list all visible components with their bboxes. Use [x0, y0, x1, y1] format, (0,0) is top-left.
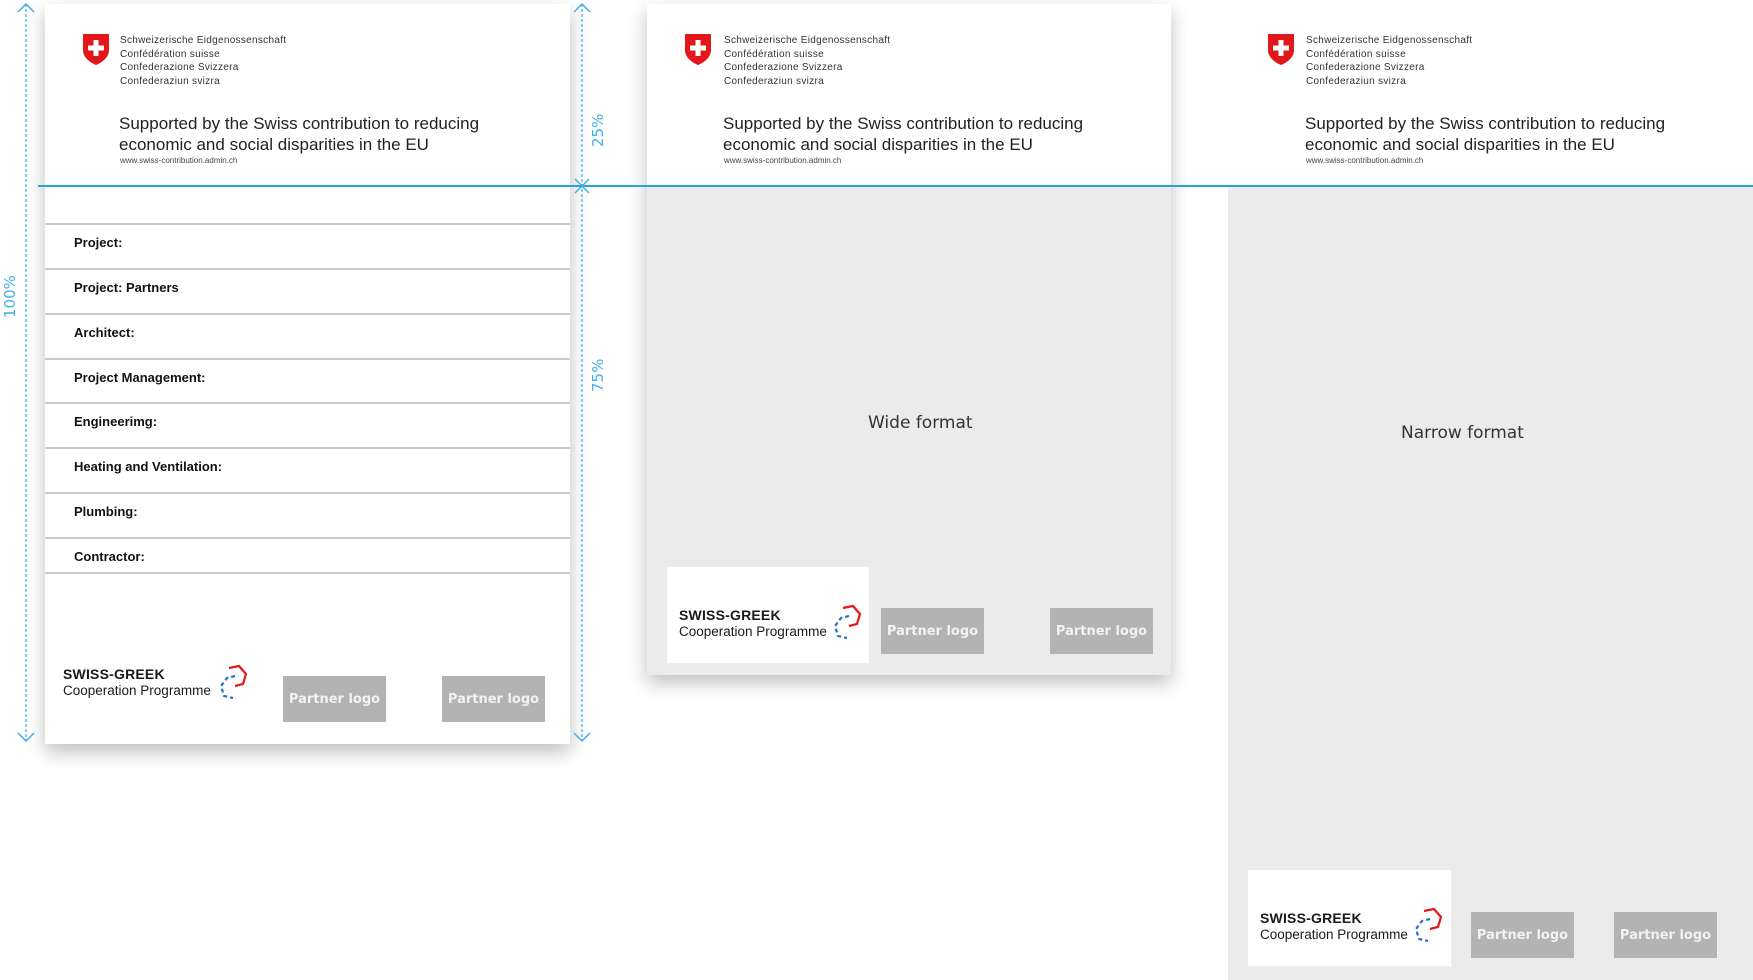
swiss-cross-icon	[83, 34, 109, 65]
website-url: www.swiss-contribution.admin.ch	[120, 156, 238, 165]
confed-line: Schweizerische Eidgenossenschaft	[1306, 35, 1473, 46]
programme-subtitle: Cooperation Programme	[679, 624, 827, 639]
confed-line: Confédération suisse	[1306, 48, 1406, 60]
row-label: Project: Partners	[74, 280, 179, 295]
info-row: Engineerimg:	[45, 402, 570, 448]
partner-logo-placeholder: Partner logo	[1471, 912, 1574, 958]
format-label: Narrow format	[1401, 423, 1524, 443]
confederation-names: Schweizerische Eidgenossenschaft Confédé…	[120, 34, 286, 88]
confed-line: Confederaziun svizra	[120, 75, 220, 87]
programme-subtitle: Cooperation Programme	[1260, 927, 1408, 942]
website-url: www.swiss-contribution.admin.ch	[724, 156, 842, 165]
format-label: Wide format	[868, 413, 973, 433]
row-label: Project Management:	[74, 370, 206, 385]
row-label: Heating and Ventilation:	[74, 459, 223, 474]
header-divider-guide	[38, 185, 1753, 187]
tagline-line: Supported by the Swiss contribution to r…	[1305, 114, 1666, 133]
content-area: Wide format SWISS-GREEK Cooperation Prog…	[647, 186, 1171, 675]
tagline: Supported by the Swiss contribution to r…	[723, 113, 1083, 155]
swiss-cross-icon	[1268, 34, 1294, 65]
tagline-line: economic and social disparities in the E…	[119, 135, 429, 154]
tagline-line: economic and social disparities in the E…	[723, 135, 1033, 154]
swiss-greek-mark-icon	[833, 604, 862, 640]
website-url: www.swiss-contribution.admin.ch	[1306, 156, 1424, 165]
confed-line: Schweizerische Eidgenossenschaft	[724, 35, 891, 46]
confed-line: Confederazione Svizzera	[1306, 62, 1425, 73]
total-height-dimension	[17, 2, 35, 743]
content-area: Narrow format SWISS-GREEK Cooperation Pr…	[1228, 186, 1753, 980]
tagline-line: Supported by the Swiss contribution to r…	[119, 114, 480, 133]
partner-logo-placeholder: Partner logo	[1050, 608, 1153, 654]
total-height-label: 100%	[1, 275, 19, 318]
confed-line: Confederazione Svizzera	[724, 62, 843, 73]
info-rows: Project: Project: Partners Architect: Pr…	[45, 223, 570, 580]
swiss-cross-icon	[685, 34, 711, 65]
confed-line: Confederaziun svizra	[1306, 75, 1406, 87]
confederation-names: Schweizerische Eidgenossenschaft Confédé…	[1306, 34, 1472, 88]
info-row: Project Management:	[45, 358, 570, 404]
info-board-panel: Schweizerische Eidgenossenschaft Confédé…	[45, 4, 570, 744]
swiss-greek-logo: SWISS-GREEK Cooperation Programme	[55, 664, 255, 714]
swiss-greek-mark-icon	[219, 664, 248, 700]
row-label: Project:	[74, 235, 123, 250]
bottom-section-label: 75%	[589, 358, 607, 392]
wide-format-panel: Schweizerische Eidgenossenschaft Confédé…	[647, 4, 1171, 675]
confed-line: Confederaziun svizra	[724, 75, 824, 87]
swiss-greek-mark-icon	[1414, 907, 1443, 943]
programme-title: SWISS-GREEK	[1260, 910, 1362, 926]
tagline: Supported by the Swiss contribution to r…	[119, 113, 479, 155]
info-row: Project:	[45, 223, 570, 269]
partner-logo-placeholder: Partner logo	[1614, 912, 1717, 958]
info-row: Heating and Ventilation:	[45, 447, 570, 493]
partner-logo-placeholder: Partner logo	[881, 608, 984, 654]
programme-title: SWISS-GREEK	[679, 607, 781, 623]
row-label: Engineerimg:	[74, 414, 158, 429]
confed-line: Confédération suisse	[724, 48, 824, 60]
confed-line: Schweizerische Eidgenossenschaft	[120, 35, 287, 46]
confed-line: Confederazione Svizzera	[120, 62, 239, 73]
programme-title: SWISS-GREEK	[63, 666, 165, 682]
row-label: Contractor:	[74, 549, 145, 564]
narrow-format-panel: Schweizerische Eidgenossenschaft Confédé…	[1228, 4, 1753, 980]
info-row: Project: Partners	[45, 268, 570, 314]
tagline: Supported by the Swiss contribution to r…	[1305, 113, 1665, 155]
info-row: Architect:	[45, 313, 570, 359]
programme-subtitle: Cooperation Programme	[63, 683, 211, 698]
swiss-greek-logo: SWISS-GREEK Cooperation Programme	[1248, 870, 1451, 966]
swiss-greek-logo: SWISS-GREEK Cooperation Programme	[667, 567, 869, 663]
info-row: Plumbing:	[45, 492, 570, 538]
info-row: Contractor:	[45, 537, 570, 574]
top-section-label: 25%	[589, 113, 607, 147]
confed-line: Confédération suisse	[120, 48, 220, 60]
partner-logo-placeholder: Partner logo	[442, 676, 545, 722]
row-label: Architect:	[74, 325, 135, 340]
tagline-line: Supported by the Swiss contribution to r…	[723, 114, 1084, 133]
partner-logo-placeholder: Partner logo	[283, 676, 386, 722]
tagline-line: economic and social disparities in the E…	[1305, 135, 1615, 154]
row-label: Plumbing:	[74, 504, 138, 519]
confederation-names: Schweizerische Eidgenossenschaft Confédé…	[724, 34, 890, 88]
